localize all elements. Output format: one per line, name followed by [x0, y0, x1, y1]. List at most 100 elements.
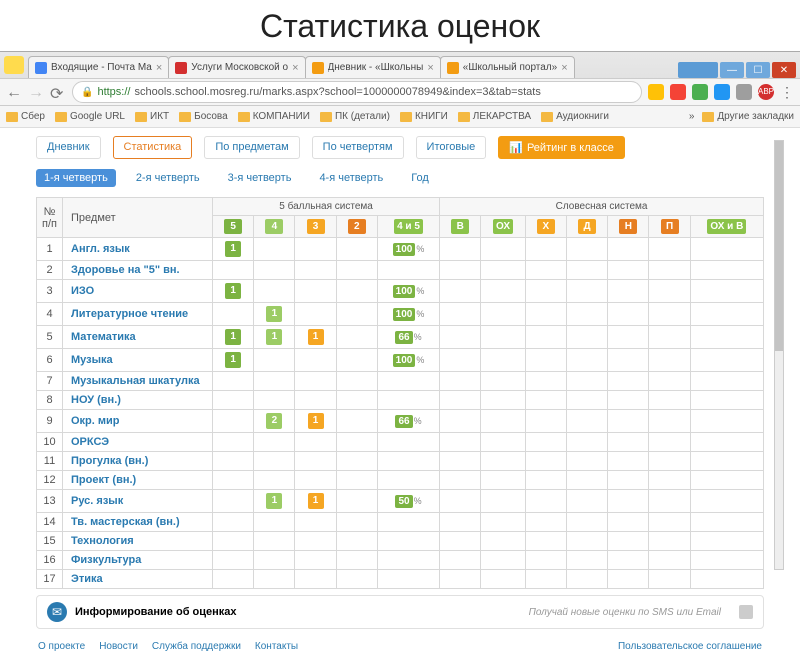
- subject-link[interactable]: Рус. язык: [63, 490, 213, 513]
- cell-word-0: [440, 551, 481, 570]
- bookmark-item[interactable]: ЛЕКАРСТВА: [458, 111, 531, 122]
- footer-link[interactable]: О проекте: [38, 641, 85, 652]
- subject-link[interactable]: Музыка: [63, 349, 213, 372]
- ext-icon-2[interactable]: [692, 84, 708, 100]
- forward-button[interactable]: →: [28, 84, 44, 100]
- main-tab-2[interactable]: По предметам: [204, 136, 299, 159]
- bookmark-label: Сбер: [21, 111, 45, 122]
- reload-button[interactable]: ⟳: [50, 84, 66, 100]
- subject-link[interactable]: Здоровье на "5" вн.: [63, 261, 213, 280]
- scrollbar[interactable]: [774, 140, 784, 570]
- maximize-button[interactable]: ☐: [746, 62, 770, 78]
- tab-close-icon[interactable]: ×: [561, 62, 567, 74]
- browser-tab[interactable]: Входящие - Почта Ма×: [28, 56, 169, 78]
- tab-label: «Школьный портал»: [463, 62, 557, 73]
- tab-close-icon[interactable]: ×: [292, 62, 298, 74]
- table-row: 15Технология: [37, 532, 764, 551]
- cell-word-1: [481, 570, 525, 589]
- table-row: 16Физкультура: [37, 551, 764, 570]
- info-bar[interactable]: ✉ Информирование об оценках Получай новы…: [36, 595, 764, 629]
- sub-tab-1[interactable]: 2-я четверть: [128, 169, 208, 187]
- menu-icon[interactable]: ⋮: [780, 84, 794, 101]
- subject-link[interactable]: Проект (вн.): [63, 471, 213, 490]
- back-button[interactable]: ←: [6, 84, 22, 100]
- cell-3: [295, 513, 336, 532]
- bookmark-item[interactable]: Аудиокниги: [541, 111, 609, 122]
- ext-icon-4[interactable]: [736, 84, 752, 100]
- cell-word-5: [649, 452, 690, 471]
- sub-tab-4[interactable]: Год: [403, 169, 437, 187]
- cell-word-0: [440, 490, 481, 513]
- footer-agreement[interactable]: Пользовательское соглашение: [618, 641, 762, 652]
- subject-link[interactable]: ОРКСЭ: [63, 433, 213, 452]
- subject-link[interactable]: Англ. язык: [63, 238, 213, 261]
- bookmark-item[interactable]: КНИГИ: [400, 111, 448, 122]
- bookmark-item[interactable]: Босова: [179, 111, 228, 122]
- bookmark-item[interactable]: Сбер: [6, 111, 45, 122]
- subject-link[interactable]: НОУ (вн.): [63, 391, 213, 410]
- tab-close-icon[interactable]: ×: [427, 62, 433, 74]
- cell-word-4: [608, 372, 649, 391]
- more-bookmarks[interactable]: »: [689, 111, 695, 122]
- cell-word-4: [608, 471, 649, 490]
- minimize-button[interactable]: —: [720, 62, 744, 78]
- subject-link[interactable]: ИЗО: [63, 280, 213, 303]
- browser-tab[interactable]: Услуги Московской о ×: [168, 56, 305, 78]
- cell-word-4: [608, 490, 649, 513]
- star-icon[interactable]: [648, 84, 664, 100]
- rating-tab[interactable]: 📊Рейтинг в классе: [498, 136, 625, 159]
- sub-tab-0[interactable]: 1-я четверть: [36, 169, 116, 187]
- abp-icon[interactable]: ABP: [758, 84, 774, 100]
- bookmark-item[interactable]: КОМПАНИИ: [238, 111, 310, 122]
- row-num: 7: [37, 372, 63, 391]
- subject-link[interactable]: Этика: [63, 570, 213, 589]
- cell-pct: [377, 261, 439, 280]
- cell-3: [295, 372, 336, 391]
- cell-word-4: [608, 433, 649, 452]
- favicon: [35, 62, 47, 74]
- sub-tab-2[interactable]: 3-я четверть: [220, 169, 300, 187]
- bookmark-label: КНИГИ: [415, 111, 448, 122]
- main-tab-3[interactable]: По четвертям: [312, 136, 404, 159]
- subject-link[interactable]: Математика: [63, 326, 213, 349]
- browser-tab[interactable]: «Школьный портал» ×: [440, 56, 575, 78]
- cell-2: [336, 433, 377, 452]
- bookmark-item[interactable]: Google URL: [55, 111, 125, 122]
- tab-label: Услуги Московской о: [191, 62, 288, 73]
- close-button[interactable]: ✕: [772, 62, 796, 78]
- subject-link[interactable]: Литературное чтение: [63, 303, 213, 326]
- cell-word-6: [690, 410, 763, 433]
- subject-link[interactable]: Физкультура: [63, 551, 213, 570]
- scroll-thumb[interactable]: [775, 141, 783, 351]
- address-bar[interactable]: 🔒 https://schools.school.mosreg.ru/marks…: [72, 81, 642, 103]
- row-num: 3: [37, 280, 63, 303]
- sub-tab-3[interactable]: 4-я четверть: [311, 169, 391, 187]
- subject-link[interactable]: Прогулка (вн.): [63, 452, 213, 471]
- tab-close-icon[interactable]: ×: [156, 62, 162, 74]
- bookmark-item[interactable]: ПК (детали): [320, 111, 390, 122]
- other-bookmarks[interactable]: Другие закладки: [702, 111, 794, 122]
- main-tab-0[interactable]: Дневник: [36, 136, 101, 159]
- subject-link[interactable]: Тв. мастерская (вн.): [63, 513, 213, 532]
- ext-icon-3[interactable]: [714, 84, 730, 100]
- cell-pct: 100%: [377, 303, 439, 326]
- ext-icon-1[interactable]: [670, 84, 686, 100]
- main-tabs: Дневник Статистика По предметам По четвертя…: [36, 136, 764, 159]
- cell-word-3: [566, 349, 607, 372]
- cell-word-6: [690, 238, 763, 261]
- subject-link[interactable]: Окр. мир: [63, 410, 213, 433]
- row-num: 1: [37, 238, 63, 261]
- main-tab-1[interactable]: Статистика: [113, 136, 193, 159]
- footer-link[interactable]: Контакты: [255, 641, 298, 652]
- subject-link[interactable]: Технология: [63, 532, 213, 551]
- subject-link[interactable]: Музыкальная шкатулка: [63, 372, 213, 391]
- cell-word-6: [690, 433, 763, 452]
- browser-tab[interactable]: Дневник - «Школьны×: [305, 56, 441, 78]
- info-extra-icon[interactable]: [739, 605, 753, 619]
- cell-word-5: [649, 490, 690, 513]
- bookmark-item[interactable]: ИКТ: [135, 111, 169, 122]
- footer-link[interactable]: Новости: [99, 641, 138, 652]
- footer-link[interactable]: Служба поддержки: [152, 641, 241, 652]
- cell-word-0: [440, 326, 481, 349]
- main-tab-4[interactable]: Итоговые: [416, 136, 487, 159]
